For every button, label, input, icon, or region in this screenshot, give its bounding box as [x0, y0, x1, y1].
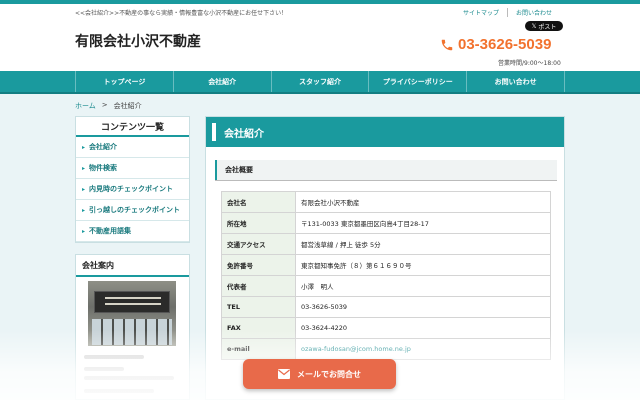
sidebar-item-moving-checkpoints[interactable]: ▸ 引っ越しのチェックポイント [76, 200, 189, 221]
table-row: 会社名 有限会社小沢不動産 [221, 191, 551, 213]
phone-text: 03-3626-5039 [458, 36, 552, 53]
main-nav: トップページ 会社紹介 スタッフ紹介 プライバシーポリシー お問い合わせ [0, 71, 640, 94]
row-key: 免許番号 [221, 254, 296, 276]
row-value: 03-3624-4220 [295, 317, 551, 339]
breadcrumb: ホーム > 会社紹介 [75, 101, 142, 111]
contact-link[interactable]: お問い合わせ [506, 8, 560, 17]
row-key: FAX [221, 317, 296, 339]
sidebar-item-label: 引っ越しのチェックポイント [89, 206, 181, 214]
row-value: 〒131-0033 東京都墨田区向島4丁目28-17 [295, 212, 551, 234]
table-row: 免許番号 東京都知事免許（８）第６１６９０号 [221, 254, 551, 276]
mail-contact-button[interactable]: メールでお問合せ [243, 359, 396, 389]
x-logo-icon: 𝕏 [531, 22, 537, 30]
nav-item-top[interactable]: トップページ [75, 71, 174, 92]
row-value: 03-3626-5039 [295, 296, 551, 318]
sidebar-item-viewing-checkpoints[interactable]: ▸ 内見時のチェックポイント [76, 179, 189, 200]
row-key: TEL [221, 296, 296, 318]
breadcrumb-separator: > [101, 101, 108, 109]
company-name[interactable]: 有限会社小沢不動産 [75, 31, 201, 51]
phone-icon [441, 39, 453, 50]
contents-list-title: コンテンツ一覧 [76, 117, 189, 137]
header-links: サイトマップ お問い合わせ [455, 8, 560, 17]
phone-number[interactable]: 03-3626-5039 [440, 36, 551, 53]
row-value: 東京都知事免許（８）第６１６９０号 [295, 254, 551, 276]
table-row: FAX 03-3624-4220 [221, 317, 551, 339]
x-post-label: ポスト [538, 23, 557, 31]
sitemap-link[interactable]: サイトマップ [455, 8, 507, 17]
site-tagline: <<会社紹介>>不動産の事なら実績・情報豊富な小沢不動産にお任せ下さい！ [75, 10, 288, 17]
sidebar-item-label: 内見時のチェックポイント [89, 185, 174, 193]
main-panel: 会社紹介 会社概要 会社名 有限会社小沢不動産 所在地 〒131-0033 東京都墨… [205, 116, 565, 400]
company-info-table: 会社名 有限会社小沢不動産 所在地 〒131-0033 東京都墨田区向島4丁目28-… [221, 191, 551, 360]
breadcrumb-home[interactable]: ホーム [75, 101, 96, 111]
business-hours: 営業時間/9:00～18:00 [498, 60, 561, 67]
nav-item-contact[interactable]: お問い合わせ [467, 71, 565, 92]
row-key: 代表者 [221, 275, 296, 297]
bullet-icon: ▸ [82, 143, 86, 151]
company-info-title: 会社案内 [76, 255, 189, 277]
section-title: 会社概要 [215, 160, 557, 180]
nav-item-staff[interactable]: スタッフ紹介 [272, 71, 370, 92]
x-post-button[interactable]: 𝕏 ポスト [525, 21, 563, 31]
bullet-icon: ▸ [82, 227, 86, 235]
row-value: 有限会社小沢不動産 [295, 191, 551, 213]
sidebar-item-label: 物件検索 [89, 164, 118, 172]
sidebar-item-label: 会社紹介 [89, 143, 118, 151]
row-value: 小澤 明人 [295, 275, 551, 297]
table-row: TEL 03-3626-5039 [221, 296, 551, 318]
contents-list: コンテンツ一覧 ▸ 会社紹介 ▸ 物件検索 ▸ 内見時のチェックポイント ▸ 引っ越しの… [75, 116, 190, 243]
breadcrumb-current: 会社紹介 [113, 102, 142, 110]
row-value: 都営浅草線 / 押上 徒歩 5分 [295, 233, 551, 255]
blurred-text [84, 376, 174, 380]
sidebar-item-company[interactable]: ▸ 会社紹介 [76, 137, 189, 158]
mail-icon [278, 369, 290, 379]
section-divider [215, 180, 557, 181]
nav-item-privacy[interactable]: プライバシーポリシー [369, 71, 468, 92]
bullet-icon: ▸ [82, 185, 86, 193]
email-link[interactable]: ozawa-fudosan@jcom.home.ne.jp [295, 338, 551, 360]
sidebar-item-search[interactable]: ▸ 物件検索 [76, 158, 189, 179]
table-row: 所在地 〒131-0033 東京都墨田区向島4丁目28-17 [221, 212, 551, 234]
mail-contact-label: メールでお問合せ [297, 369, 361, 379]
company-info-box: 会社案内 [75, 254, 190, 400]
table-row: 代表者 小澤 明人 [221, 275, 551, 297]
row-key: 所在地 [221, 212, 296, 234]
blurred-text [84, 367, 124, 371]
top-accent-bar [0, 0, 640, 4]
page-title: 会社紹介 [206, 117, 564, 147]
blurred-text [84, 389, 154, 393]
bullet-icon: ▸ [82, 164, 86, 172]
row-key: e-mail [221, 338, 296, 360]
sidebar-item-glossary[interactable]: ▸ 不動産用語集 [76, 221, 189, 242]
row-key: 交通アクセス [221, 233, 296, 255]
nav-item-company[interactable]: 会社紹介 [174, 71, 272, 92]
blurred-text [84, 355, 144, 359]
shop-photo [88, 281, 176, 346]
table-row: e-mail ozawa-fudosan@jcom.home.ne.jp [221, 338, 551, 360]
table-row: 交通アクセス 都営浅草線 / 押上 徒歩 5分 [221, 233, 551, 255]
sidebar-item-label: 不動産用語集 [89, 227, 132, 235]
row-key: 会社名 [221, 191, 296, 213]
bullet-icon: ▸ [82, 206, 86, 214]
